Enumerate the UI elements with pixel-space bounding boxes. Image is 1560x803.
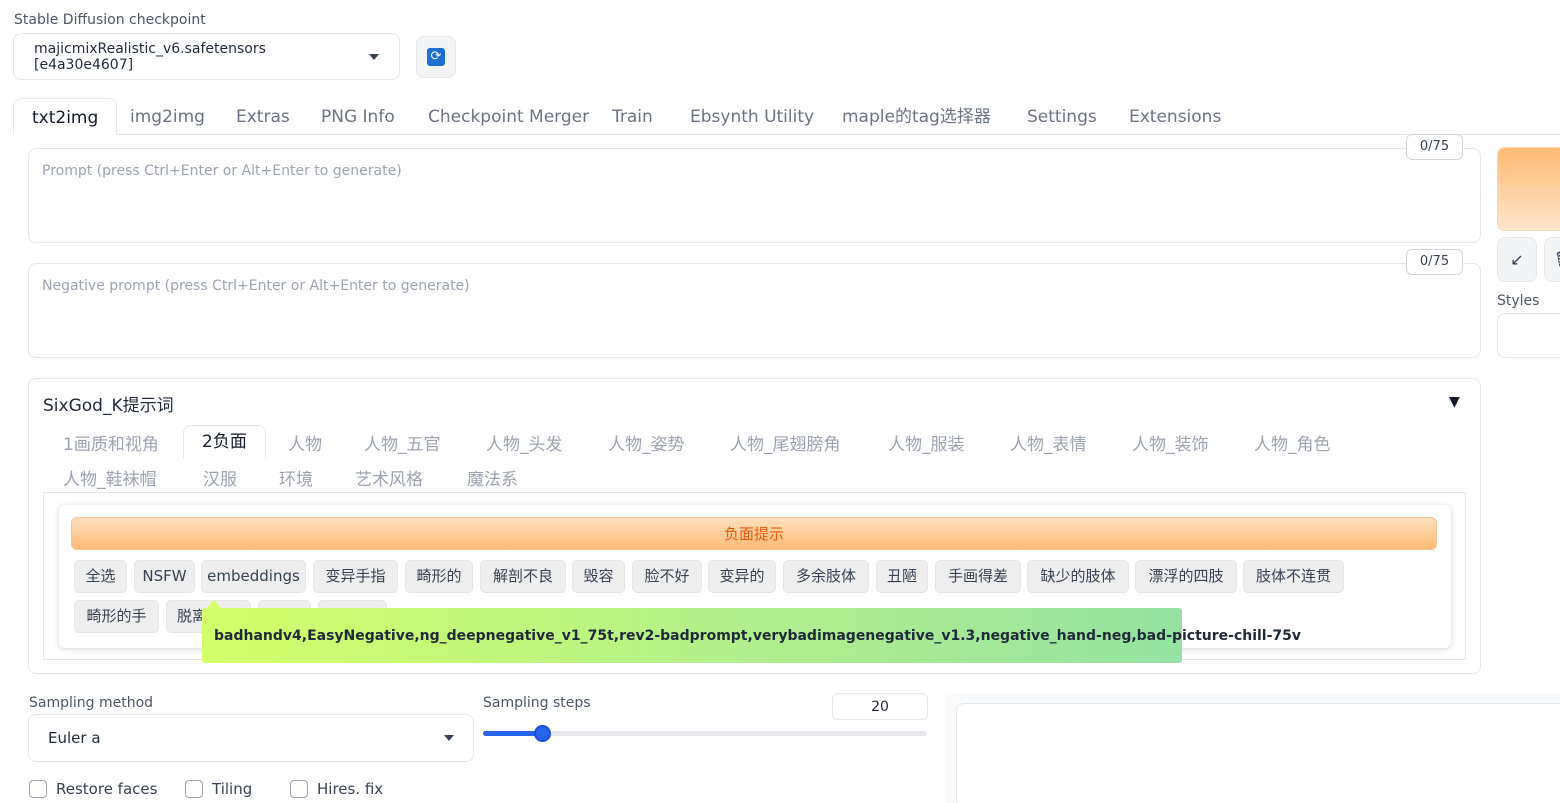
subtab-character-hair[interactable]: 人物_头发 <box>486 430 563 455</box>
chip-poorly-drawn-hands[interactable]: 手画得差 <box>935 560 1021 593</box>
subtab-character[interactable]: 人物 <box>288 430 322 455</box>
subtab-art-style[interactable]: 艺术风格 <box>355 465 423 490</box>
tiling-label: Tiling <box>212 780 253 798</box>
subtab-character-tail-wings[interactable]: 人物_尾翅膀角 <box>730 430 841 455</box>
chip-floating-limbs[interactable]: 漂浮的四肢 <box>1135 560 1237 593</box>
subtab-character-shoes-hats[interactable]: 人物_鞋袜帽 <box>63 465 157 490</box>
checkpoint-value: majicmixRealistic_v6.safetensors [e4a30e… <box>34 40 266 73</box>
prompt-placeholder: Prompt (press Ctrl+Enter or Alt+Enter to… <box>42 163 402 179</box>
subtab-quality-view[interactable]: 1画质和视角 <box>63 430 159 455</box>
chevron-down-icon <box>444 735 454 741</box>
generate-button[interactable] <box>1497 147 1560 231</box>
collapse-toggle-icon[interactable]: ▼ <box>1449 394 1460 410</box>
restore-faces-label: Restore faces <box>56 780 158 798</box>
refresh-checkpoint-button[interactable]: ⟳ <box>416 36 456 78</box>
chip-nsfw[interactable]: NSFW <box>134 560 195 593</box>
subtab-character-role[interactable]: 人物_角色 <box>1254 430 1331 455</box>
tab-ebsynth-utility[interactable]: Ebsynth Utility <box>690 98 814 135</box>
checkpoint-label: Stable Diffusion checkpoint <box>14 12 206 28</box>
styles-dropdown[interactable] <box>1497 313 1560 358</box>
chip-malformed-hands[interactable]: 畸形的手 <box>74 600 159 633</box>
negative-prompt-textarea[interactable]: Negative prompt (press Ctrl+Enter or Alt… <box>28 263 1481 358</box>
tab-extensions[interactable]: Extensions <box>1129 98 1221 135</box>
prompt-textarea[interactable]: Prompt (press Ctrl+Enter or Alt+Enter to… <box>28 148 1481 243</box>
chip-select-all[interactable]: 全选 <box>74 560 127 593</box>
negative-section-header[interactable]: 负面提示 <box>71 517 1437 550</box>
chip-ugly[interactable]: 丑陋 <box>876 560 928 593</box>
prompt-token-counter: 0/75 <box>1406 134 1463 160</box>
main-tab-bar: txt2img img2img Extras PNG Info Checkpoi… <box>13 98 1560 135</box>
tiling-checkbox[interactable] <box>185 780 203 798</box>
subtab-negative[interactable]: 2负面 <box>183 425 266 459</box>
chip-missing-limbs[interactable]: 缺少的肢体 <box>1027 560 1129 593</box>
sixgod-panel-title[interactable]: SixGod_K提示词 <box>43 391 174 416</box>
sampling-method-label: Sampling method <box>29 695 154 711</box>
sampling-method-value: Euler a <box>48 729 101 747</box>
embeddings-tooltip: badhandv4,EasyNegative,ng_deepnegative_v… <box>202 608 1301 663</box>
subtab-character-face[interactable]: 人物_五官 <box>364 430 441 455</box>
negative-prompt-placeholder: Negative prompt (press Ctrl+Enter or Alt… <box>42 278 470 294</box>
chip-mutated-fingers[interactable]: 变异手指 <box>313 560 398 593</box>
chip-embeddings[interactable]: embeddings <box>201 560 306 593</box>
chip-bad-face[interactable]: 脸不好 <box>632 560 702 593</box>
tab-png-info[interactable]: PNG Info <box>321 98 395 135</box>
refresh-icon: ⟳ <box>427 48 445 66</box>
hires-fix-label: Hires. fix <box>317 780 384 798</box>
sampling-method-select[interactable]: Euler a <box>28 714 474 762</box>
clear-prompt-button[interactable]: 🗑 <box>1544 237 1560 282</box>
negative-prompt-token-counter: 0/75 <box>1406 249 1463 275</box>
tab-train[interactable]: Train <box>612 98 653 135</box>
chevron-down-icon <box>369 53 379 60</box>
arrow-down-left-icon: ↙ <box>1510 250 1524 269</box>
chip-bad-anatomy[interactable]: 解剖不良 <box>480 560 566 593</box>
tab-settings[interactable]: Settings <box>1027 98 1097 135</box>
subtab-hanfu[interactable]: 汉服 <box>203 465 237 490</box>
subtab-environment[interactable]: 环境 <box>279 465 313 490</box>
styles-label: Styles <box>1497 293 1540 309</box>
chip-disfigured[interactable]: 毁容 <box>572 560 625 593</box>
chip-disconnected-limbs[interactable]: 肢体不连贯 <box>1243 560 1344 593</box>
sampling-steps-input[interactable]: 20 <box>832 693 928 720</box>
chip-deformed[interactable]: 畸形的 <box>405 560 473 593</box>
checkpoint-select[interactable]: majicmixRealistic_v6.safetensors [e4a30e… <box>13 33 400 80</box>
subtab-character-clothing[interactable]: 人物_服装 <box>888 430 965 455</box>
sampling-steps-slider-thumb[interactable] <box>534 725 551 742</box>
subtab-character-accessories[interactable]: 人物_装饰 <box>1132 430 1209 455</box>
tab-txt2img[interactable]: txt2img <box>13 98 118 135</box>
output-gallery <box>956 703 1560 803</box>
hires-fix-checkbox[interactable] <box>290 780 308 798</box>
tab-checkpoint-merger[interactable]: Checkpoint Merger <box>428 98 589 135</box>
restore-faces-checkbox[interactable] <box>29 780 47 798</box>
subtab-magic[interactable]: 魔法系 <box>467 465 518 490</box>
subtab-character-expression[interactable]: 人物_表情 <box>1010 430 1087 455</box>
tab-img2img[interactable]: img2img <box>130 98 205 135</box>
tab-maple-tag-selector[interactable]: maple的tag选择器 <box>842 98 991 135</box>
sampling-steps-label: Sampling steps <box>483 695 591 711</box>
tab-extras[interactable]: Extras <box>236 98 290 135</box>
chip-mutated[interactable]: 变异的 <box>708 560 776 593</box>
trash-icon: 🗑 <box>1554 250 1560 269</box>
chip-extra-limbs[interactable]: 多余肢体 <box>783 560 869 593</box>
subtab-character-pose[interactable]: 人物_姿势 <box>608 430 685 455</box>
read-generation-params-button[interactable]: ↙ <box>1497 237 1537 282</box>
